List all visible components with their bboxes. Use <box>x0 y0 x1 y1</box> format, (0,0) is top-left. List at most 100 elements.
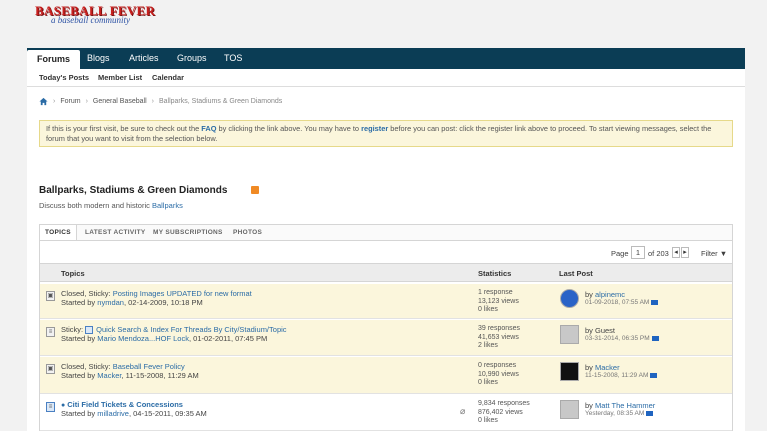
forum-description-text: Discuss both modern and historic <box>39 201 152 210</box>
started-label: Started by <box>61 334 98 343</box>
last-post-user[interactable]: alpinemc <box>595 290 625 299</box>
responses-count: 39 responses <box>478 325 521 332</box>
topic-row[interactable]: ≡ Sticky: Quick Search & Index For Threa… <box>40 320 732 356</box>
tab-latest-activity[interactable]: LATEST ACTIVITY <box>85 229 145 236</box>
topic-prefix: Closed, Sticky: <box>61 289 113 298</box>
topic-author[interactable]: nymdan <box>97 298 124 307</box>
main-content: › Forum › General Baseball › Ballparks, … <box>27 87 745 431</box>
faq-link[interactable]: FAQ <box>201 124 216 133</box>
topic-date: , 04-15-2011, 09:35 AM <box>128 409 207 418</box>
filter-dropdown[interactable]: Filter ▼ <box>701 249 727 258</box>
subnav-todays-posts[interactable]: Today's Posts <box>39 73 89 82</box>
ballparks-link[interactable]: Ballparks <box>152 201 183 210</box>
panel-tabs: TOPICS LATEST ACTIVITY MY SUBSCRIPTIONS … <box>40 225 732 241</box>
topic-stats: 0 responses 10,990 views 0 likes <box>478 362 519 388</box>
topic-stats: 39 responses 41,653 views 2 likes <box>478 325 520 351</box>
topics-panel: TOPICS LATEST ACTIVITY MY SUBSCRIPTIONS … <box>39 224 733 431</box>
tab-photos[interactable]: PHOTOS <box>233 229 262 236</box>
document-icon: ≡ <box>46 327 55 337</box>
forum-description: Discuss both modern and historic Ballpar… <box>39 201 183 210</box>
likes-count: 0 likes <box>478 417 498 424</box>
notice-text: If this is your first visit, be sure to … <box>46 124 202 133</box>
by-label: by Guest <box>585 326 616 335</box>
topic-stats: 1 response 13,123 views 0 likes <box>478 289 519 315</box>
topic-author[interactable]: Macker <box>97 371 121 380</box>
subnav-member-list[interactable]: Member List <box>98 73 142 82</box>
page-total: of 203 <box>648 249 669 258</box>
breadcrumb: › Forum › General Baseball › Ballparks, … <box>39 97 282 106</box>
likes-count: 0 likes <box>478 306 498 313</box>
responses-count: 0 responses <box>478 362 517 369</box>
responses-count: 9,834 responses <box>478 400 530 407</box>
likes-count: 0 likes <box>478 379 498 386</box>
lock-icon: ▣ <box>46 291 55 301</box>
nav-tab-blogs[interactable]: Blogs <box>77 48 120 69</box>
started-label: Started by <box>61 409 98 418</box>
last-post-user[interactable]: Matt The Hammer <box>595 401 655 410</box>
sub-nav: Today's Posts Member List Calendar <box>27 69 745 87</box>
last-post-user[interactable]: Macker <box>595 363 620 372</box>
topic-author[interactable]: Mario Mendoza...HOF Lock <box>97 334 189 343</box>
started-label: Started by <box>61 298 98 307</box>
chevron-right-icon: › <box>53 98 56 105</box>
topic-date: , 11-15-2008, 11:29 AM <box>121 371 199 380</box>
topic-title[interactable]: Quick Search & Index For Threads By City… <box>96 325 286 334</box>
avatar[interactable] <box>560 362 579 381</box>
topic-title[interactable]: Citi Field Tickets & Concessions <box>67 400 183 409</box>
topic-title[interactable]: Baseball Fever Policy <box>113 362 185 371</box>
site-logo[interactable]: BASEBALL FEVER a baseball community <box>35 3 155 29</box>
page-input[interactable]: 1 <box>631 246 645 259</box>
views-count: 10,990 views <box>478 370 519 378</box>
nav-tab-groups[interactable]: Groups <box>167 48 217 69</box>
home-icon[interactable] <box>39 97 48 106</box>
rss-icon[interactable] <box>251 186 259 194</box>
topic-prefix: Closed, Sticky: <box>61 362 113 371</box>
col-statistics: Statistics <box>478 269 512 278</box>
breadcrumb-general-baseball[interactable]: General Baseball <box>93 98 147 105</box>
topic-row[interactable]: ▣ Closed, Sticky: Baseball Fever Policy … <box>40 357 732 394</box>
avatar <box>560 325 579 344</box>
nav-tab-tos[interactable]: TOS <box>214 48 252 69</box>
last-post-date: 03-31-2014, 06:35 PM <box>585 335 650 342</box>
document-icon <box>85 326 94 335</box>
tab-topics[interactable]: TOPICS <box>40 225 77 240</box>
go-to-post-icon[interactable] <box>651 299 659 305</box>
last-post-date: 01-09-2018, 07:55 AM <box>585 299 650 306</box>
go-to-post-icon[interactable] <box>646 410 654 416</box>
topic-date: , 01-02-2011, 07:45 PM <box>188 334 268 343</box>
topic-author[interactable]: milladrive <box>97 409 129 418</box>
topic-row[interactable]: ▣ Closed, Sticky: Posting Images UPDATED… <box>40 284 732 319</box>
avatar[interactable] <box>560 289 579 308</box>
last-post-date: 11-15-2008, 11:29 AM <box>585 372 649 379</box>
nav-tab-forums[interactable]: Forums <box>27 50 81 69</box>
topic-row[interactable]: ≡ ● Citi Field Tickets & Concessions Star… <box>40 395 732 431</box>
likes-count: 2 likes <box>478 342 498 349</box>
breadcrumb-current: Ballparks, Stadiums & Green Diamonds <box>158 98 283 105</box>
next-page-icon[interactable]: ▸ <box>681 247 689 258</box>
last-post-date: Yesterday, 08:35 AM <box>585 410 645 417</box>
responses-count: 1 response <box>478 289 513 296</box>
subnav-calendar[interactable]: Calendar <box>152 73 184 82</box>
tab-my-subscriptions[interactable]: MY SUBSCRIPTIONS <box>153 229 223 236</box>
welcome-notice: If this is your first visit, be sure to … <box>39 120 733 147</box>
views-count: 876,402 views <box>478 408 523 416</box>
register-link[interactable]: register <box>361 124 388 133</box>
by-label: by <box>585 290 596 299</box>
topic-title[interactable]: Posting Images UPDATED for new format <box>113 289 252 298</box>
topic-stats: 9,834 responses 876,402 views 0 likes <box>478 400 530 426</box>
chevron-right-icon: › <box>151 98 154 105</box>
go-to-post-icon[interactable] <box>650 372 658 378</box>
topic-date: , 02-14-2009, 10:18 PM <box>123 298 203 307</box>
forum-title: Ballparks, Stadiums & Green Diamonds <box>39 185 228 196</box>
lock-icon: ▣ <box>46 364 55 374</box>
by-label: by <box>585 363 596 372</box>
breadcrumb-forum[interactable]: Forum <box>60 98 80 105</box>
col-last-post: Last Post <box>559 269 593 278</box>
views-count: 13,123 views <box>478 297 519 305</box>
prev-page-icon[interactable]: ◂ <box>672 247 680 258</box>
go-to-post-icon[interactable] <box>651 335 659 341</box>
nav-tab-articles[interactable]: Articles <box>119 48 169 69</box>
page-label: Page <box>611 249 629 258</box>
by-label: by <box>585 401 596 410</box>
col-topics: Topics <box>61 269 85 278</box>
